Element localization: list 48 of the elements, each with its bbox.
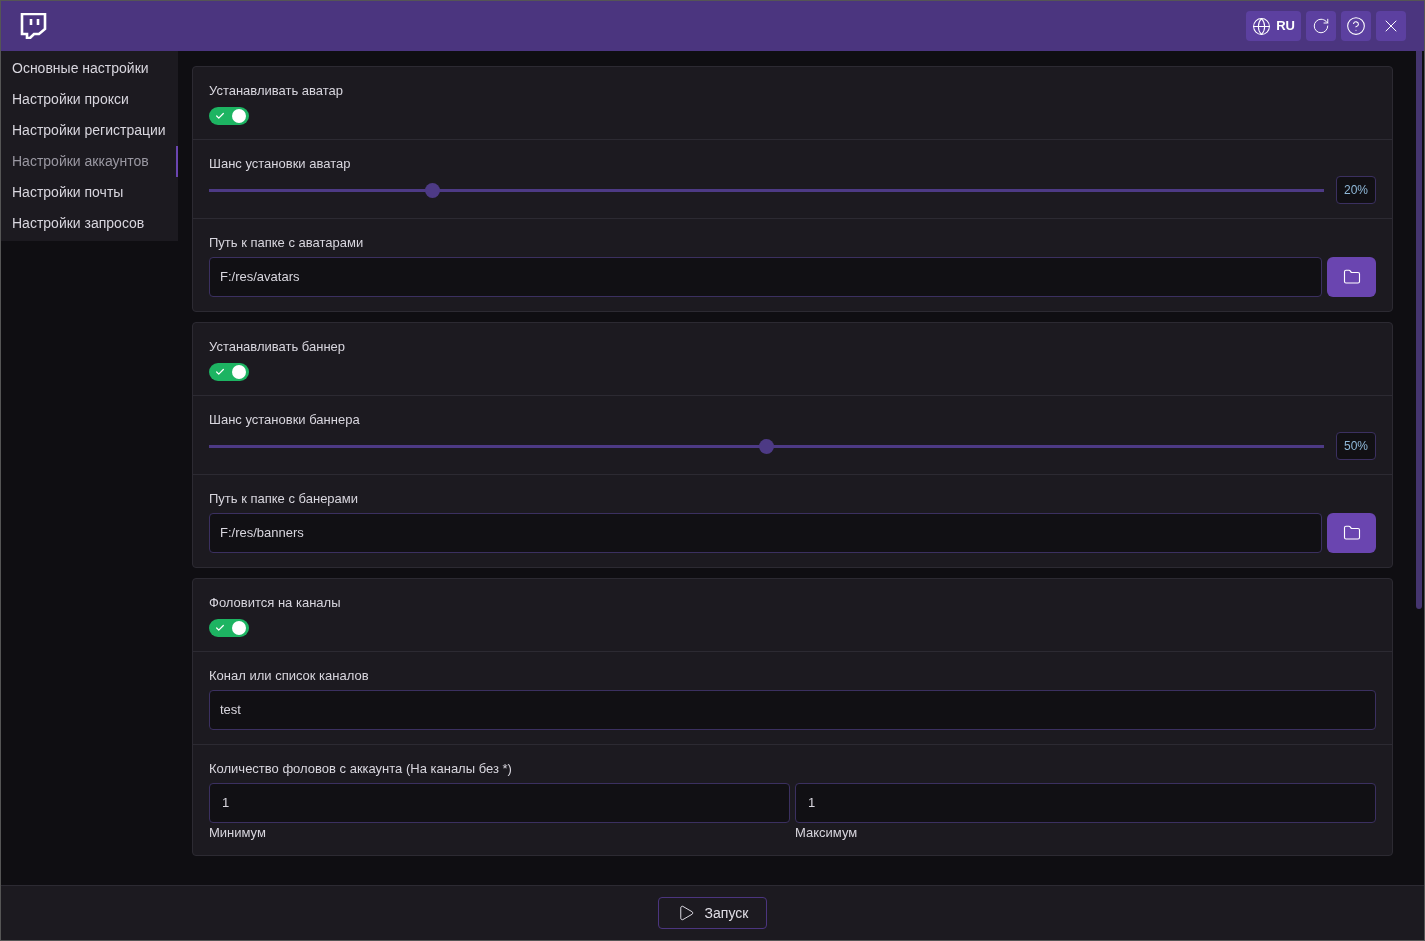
close-button[interactable] — [1376, 11, 1406, 41]
logo-icon — [19, 13, 47, 39]
slider-track[interactable] — [209, 438, 1324, 454]
sidebar-item[interactable]: Настройки запросов — [1, 208, 178, 239]
slider-thumb[interactable] — [425, 182, 440, 198]
toggle-switch[interactable] — [209, 363, 249, 381]
check-icon — [215, 111, 225, 121]
field-label: Шанс установки баннера — [209, 412, 361, 428]
maximum-field[interactable]: 1 — [795, 783, 1376, 823]
field-label: Шанс установки аватар — [209, 156, 352, 172]
slider-thumb[interactable] — [759, 438, 775, 454]
minimum-field[interactable]: 1 — [209, 783, 790, 823]
sidebar-item[interactable]: Настройки прокси — [1, 84, 178, 115]
path-field[interactable]: F:/res/banners — [209, 513, 1322, 553]
browse-folder-button[interactable] — [1327, 513, 1376, 553]
toggle-switch[interactable] — [209, 107, 249, 125]
folder-icon — [1342, 268, 1361, 286]
help-button[interactable] — [1341, 11, 1371, 41]
field-label: Путь к папке с аватарами — [209, 235, 365, 251]
channel-field[interactable]: test — [209, 690, 1376, 730]
start-button[interactable]: Запуск — [658, 897, 767, 929]
sidebar-item[interactable]: Настройки регистрации — [1, 115, 178, 146]
field-label: Конал или список каналов — [209, 668, 370, 684]
percent-value: 20% — [1335, 176, 1376, 204]
sidebar-item[interactable]: Настройки почты — [1, 177, 178, 208]
path-field[interactable]: F:/res/avatars — [209, 257, 1322, 297]
toggle-switch[interactable] — [209, 619, 249, 637]
language-button[interactable]: RU — [1246, 11, 1301, 41]
sidebar-item[interactable]: Настройки аккаунтов — [1, 146, 178, 177]
help-icon — [1346, 16, 1366, 36]
check-icon — [215, 367, 225, 377]
percent-value: 50% — [1335, 432, 1376, 460]
field-label: Фоловится на каналы — [209, 595, 342, 611]
folder-icon — [1342, 524, 1361, 542]
browse-folder-button[interactable] — [1327, 257, 1376, 297]
field-label: Устанавливать баннер — [209, 339, 347, 355]
field-caption: Максимум — [795, 825, 859, 841]
field-caption: Минимум — [209, 825, 267, 841]
scrollbar-thumb[interactable] — [1416, 51, 1422, 609]
sidebar-item[interactable]: Основные настройки — [1, 53, 178, 84]
field-label: Количество фоловов с аккаунта (На каналы без *) — [209, 761, 513, 777]
check-icon — [215, 623, 225, 633]
field-label: Устанавливать аватар — [209, 83, 345, 99]
field-label: Путь к папке с банерами — [209, 491, 360, 507]
refresh-icon — [1312, 17, 1330, 35]
globe-icon — [1252, 16, 1272, 36]
refresh-button[interactable] — [1306, 11, 1336, 41]
slider-track[interactable] — [209, 182, 1324, 198]
